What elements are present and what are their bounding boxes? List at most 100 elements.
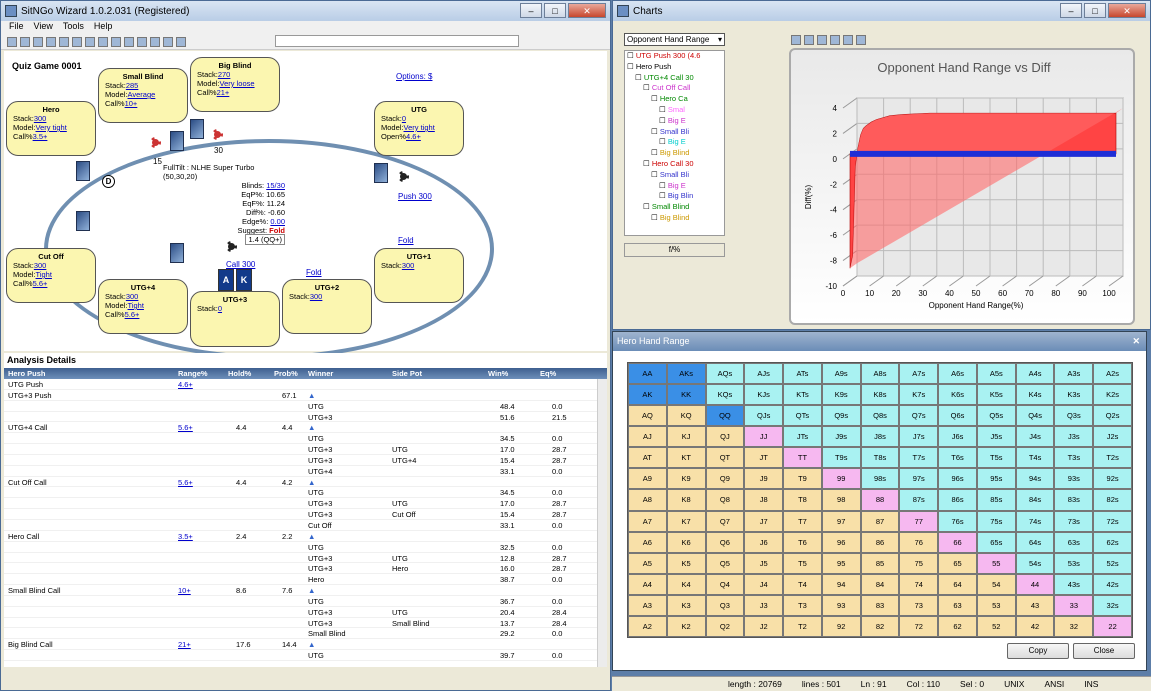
hand-cell[interactable]: 85s xyxy=(976,489,1016,511)
hand-cell[interactable]: KTs xyxy=(783,384,822,406)
tree-item[interactable]: ☐ Big E xyxy=(625,181,724,192)
hand-cell[interactable]: 83 xyxy=(860,594,900,616)
hand-cell[interactable]: 65 xyxy=(938,552,977,574)
hand-cell[interactable]: 63s xyxy=(1054,531,1094,553)
hand-cell[interactable]: 96 xyxy=(821,531,861,553)
hand-cell[interactable]: 92 xyxy=(821,615,861,637)
hand-cell[interactable]: 22 xyxy=(1093,615,1132,637)
print-icon[interactable] xyxy=(817,35,827,45)
open-icon[interactable] xyxy=(20,36,30,47)
hand-cell[interactable]: Q2 xyxy=(705,615,745,637)
menu-help[interactable]: Help xyxy=(94,21,113,34)
hand-cell[interactable]: KQ xyxy=(666,405,706,427)
hand-cell[interactable]: A7 xyxy=(628,510,667,532)
hand-cell[interactable]: 99 xyxy=(821,468,861,490)
menu-tools[interactable]: Tools xyxy=(63,21,84,34)
tree-item[interactable]: ☐ Hero Ca xyxy=(625,94,724,105)
hand-cell[interactable]: 43s xyxy=(1054,573,1094,595)
tree-item[interactable]: ☐ Small Bli xyxy=(625,127,724,138)
hand-cell[interactable]: A5 xyxy=(628,552,667,574)
tree-item[interactable]: ☐ Big E xyxy=(625,116,724,127)
hand-cell[interactable]: QTs xyxy=(783,405,822,427)
hand-cell[interactable]: K8s xyxy=(860,384,900,406)
close-button[interactable]: Close xyxy=(1073,643,1135,659)
hand-cell[interactable]: T2 xyxy=(783,615,822,637)
hand-cell[interactable]: J7 xyxy=(744,510,784,532)
hand-cell[interactable]: QT xyxy=(705,447,745,469)
hand-cell[interactable]: ATs xyxy=(783,363,822,385)
hand-cell[interactable]: AA xyxy=(628,363,667,385)
hand-cell[interactable]: JT xyxy=(744,447,784,469)
hand-cell[interactable]: 82s xyxy=(1093,489,1132,511)
grid-icon[interactable] xyxy=(856,35,866,45)
options-link[interactable]: Options: $ xyxy=(396,72,432,81)
hand-cell[interactable]: K8 xyxy=(666,489,706,511)
hand-cell[interactable]: Q6s xyxy=(938,405,977,427)
hand-cell[interactable]: AK xyxy=(628,384,667,406)
hand-cell[interactable]: 85 xyxy=(860,552,900,574)
copy-icon[interactable] xyxy=(804,35,814,45)
hand-cell[interactable]: 74s xyxy=(1015,510,1055,532)
hand-cell[interactable]: QQ xyxy=(705,405,745,427)
hand-cell[interactable]: A4 xyxy=(628,573,667,595)
hand-cell[interactable]: T7s xyxy=(899,447,939,469)
hand-cell[interactable]: 73 xyxy=(899,594,939,616)
hand-cell[interactable]: KJs xyxy=(744,384,784,406)
tree-item[interactable]: ☐ Big Blind xyxy=(625,213,724,224)
hand-cell[interactable]: A6s xyxy=(938,363,977,385)
hand-cell[interactable]: K5s xyxy=(976,384,1016,406)
hand-cell[interactable]: J3s xyxy=(1054,426,1094,448)
hand-cell[interactable]: 84s xyxy=(1015,489,1055,511)
hand-cell[interactable]: Q3 xyxy=(705,594,745,616)
wizard-icon[interactable] xyxy=(176,36,186,47)
hand-cell[interactable]: 64 xyxy=(938,573,977,595)
new-icon[interactable] xyxy=(7,36,17,47)
hand-cell[interactable]: 73s xyxy=(1054,510,1094,532)
edit-icon[interactable] xyxy=(163,36,173,47)
hand-cell[interactable]: T6 xyxy=(783,531,822,553)
hand-cell[interactable]: 93 xyxy=(821,594,861,616)
stop-icon[interactable] xyxy=(85,36,95,47)
hand-cell[interactable]: J8s xyxy=(860,426,900,448)
hand-cell[interactable]: 66 xyxy=(938,531,977,553)
hand-cell[interactable]: 95s xyxy=(976,468,1016,490)
cell[interactable]: 3.5+ xyxy=(178,532,193,541)
tree-item[interactable]: ☐ Smal xyxy=(625,105,724,116)
save-icon[interactable] xyxy=(791,35,801,45)
hand-cell[interactable]: AQs xyxy=(705,363,745,385)
hand-cell[interactable]: T6s xyxy=(938,447,977,469)
chart-type-select[interactable]: Opponent Hand Range ▾ xyxy=(624,33,725,46)
hand-cell[interactable]: QJ xyxy=(705,426,745,448)
hand-cell[interactable]: AKs xyxy=(666,363,706,385)
hand-cell[interactable]: 72 xyxy=(899,615,939,637)
fold-link[interactable]: Fold xyxy=(398,236,414,245)
toolbar-dropdown[interactable] xyxy=(275,35,519,47)
seat-utg-2[interactable]: UTG+2 Stack:300 xyxy=(282,279,372,334)
hand-cell[interactable]: 43 xyxy=(1015,594,1055,616)
tree-item[interactable]: ☐ Big Blind xyxy=(625,148,724,159)
seat-utg-3[interactable]: UTG+3 Stack:0 xyxy=(190,291,280,347)
hand-cell[interactable]: 63 xyxy=(938,594,977,616)
cell[interactable]: 10+ xyxy=(178,586,191,595)
table-icon[interactable] xyxy=(124,36,134,47)
hand-cell[interactable]: Q5s xyxy=(976,405,1016,427)
close-button[interactable]: ✕ xyxy=(568,3,606,18)
hand-cell[interactable]: K6 xyxy=(666,531,706,553)
tree-item[interactable]: ☐ Hero Push xyxy=(625,62,724,73)
hand-cell[interactable]: K3s xyxy=(1054,384,1094,406)
hand-cell[interactable]: 96s xyxy=(938,468,977,490)
hand-cell[interactable]: A2 xyxy=(628,615,667,637)
hand-cell[interactable]: 94s xyxy=(1015,468,1055,490)
hand-cell[interactable]: K2s xyxy=(1093,384,1132,406)
hand-cell[interactable]: 95 xyxy=(821,552,861,574)
hand-cell[interactable]: 93s xyxy=(1054,468,1094,490)
hand-cell[interactable]: 53 xyxy=(976,594,1016,616)
close-icon[interactable]: ✕ xyxy=(1132,332,1140,351)
hand-cell[interactable]: A3 xyxy=(628,594,667,616)
hand-cell[interactable]: 44 xyxy=(1015,573,1055,595)
hand-cell[interactable]: K7 xyxy=(666,510,706,532)
hand-cell[interactable]: Q8 xyxy=(705,489,745,511)
calc-icon[interactable] xyxy=(137,36,147,47)
hand-cell[interactable]: 42 xyxy=(1015,615,1055,637)
hand-cell[interactable]: J4s xyxy=(1015,426,1055,448)
